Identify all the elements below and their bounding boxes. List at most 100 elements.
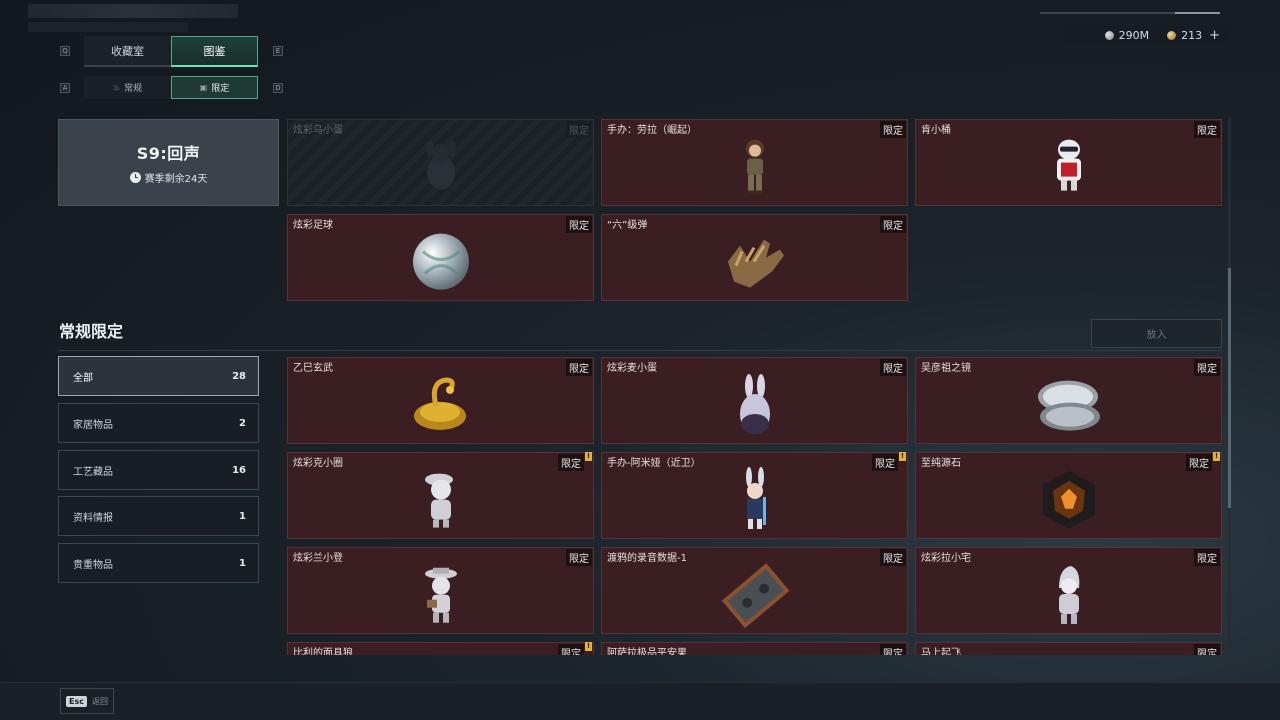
flame-icon: ♨ [112,83,121,92]
item-name: 吴彦祖之镜 [921,363,971,374]
category-all[interactable]: 全部 28 [58,356,259,396]
bottom-bar [0,682,1280,720]
limited-tag: 限定 [1194,121,1220,138]
item-card[interactable]: 炫彩克小圈 限定 ! [287,452,594,539]
item-name: 炫彩兰小登 [293,553,343,564]
season-card: S9:回声 赛季剩余24天 [58,119,279,206]
category-label: 工艺藏品 [73,466,113,478]
category-count: 16 [232,464,246,476]
e-key-hint: E [273,46,283,56]
new-alert-badge: ! [899,452,906,461]
section-title: 常规限定 [59,322,124,341]
item-card[interactable]: 炫彩麦小蛋 限定 [601,357,908,444]
limited-tag: 限定 [566,359,592,376]
season-item-card[interactable]: 炫彩乌小蛋 限定 [287,119,594,206]
main-tabs: 收藏室 图鉴 [84,36,258,67]
item-card[interactable]: 渡鸦的录音数据-1 限定 [601,547,908,634]
subtitle-blurred [28,22,188,32]
season-item-card[interactable]: 手办：劳拉（崛起） 限定 [601,119,908,206]
subtab-limited[interactable]: ▣ 限定 [171,76,258,99]
category-home[interactable]: 家居物品 2 [58,403,259,443]
category-crafts[interactable]: 工艺藏品 16 [58,450,259,490]
category-intel[interactable]: 资料情报 1 [58,496,259,536]
item-name: 手办-阿米娅（近卫） [607,458,701,469]
category-count: 1 [239,510,246,522]
new-alert-badge: ! [585,642,592,651]
d-key-hint: D [273,83,283,93]
item-name: 肯小桶 [921,125,951,136]
season-remaining: 赛季剩余24天 [129,170,208,185]
tab-collection-room[interactable]: 收藏室 [84,36,171,67]
new-alert-badge: ! [585,452,592,461]
item-name: 至纯源石 [921,458,961,469]
figure-sombrero-icon [424,567,457,623]
limited-tag: 限定 [566,216,592,233]
limited-tag: 限定 [1194,549,1220,566]
item-card[interactable]: 炫彩拉小宅 限定 [915,547,1222,634]
season-item-card[interactable]: 肯小桶 限定 [915,119,1222,206]
item-name: “六”级弹 [607,220,648,231]
subtab-regular-label: 常规 [124,84,143,94]
egg-figure-icon [425,140,456,190]
season-remaining-text: 赛季剩余24天 [144,174,208,185]
item-card[interactable]: 阿萨拉极品平安果 限定 [601,642,908,655]
limited-tag: 限定 [880,549,906,566]
item-card[interactable]: 乙巳玄武 限定 [287,357,594,444]
items-row-clip: 比利的面具狼 限定 ! 阿萨拉极品平安果 限定 马上起飞 限定 [287,642,1237,655]
tab-catalog[interactable]: 图鉴 [171,36,258,67]
figure-hood-icon [1058,565,1079,624]
item-name: 炫彩乌小蛋 [293,125,343,136]
a-key-hint: A [60,83,70,93]
limited-tag: 限定 [566,549,592,566]
category-label: 家居物品 [73,419,113,431]
limited-tag: 限定 [880,121,906,138]
season-title: S9:回声 [136,144,201,163]
gold-coin-icon [1167,31,1177,40]
subtab-limited-label: 限定 [211,84,230,94]
limited-tag: 限定 [1194,359,1220,376]
section-divider [58,350,1222,351]
item-card[interactable]: 至纯源石 限定 ! [915,452,1222,539]
subtab-regular[interactable]: ♨ 常规 [84,76,171,99]
cassette-tape-icon [721,562,789,628]
title-blurred [28,4,238,18]
category-label: 资料情报 [73,512,113,524]
add-currency-button[interactable]: + [1209,28,1220,43]
item-name: 马上起飞 [921,648,961,655]
esc-key-icon: Esc [66,695,87,707]
item-card[interactable]: 马上起飞 限定 [915,642,1222,655]
category-count: 2 [239,417,246,429]
clock-icon [129,172,141,183]
category-label: 全部 [73,372,93,384]
silver-currency: 290M [1104,29,1149,42]
item-name: 炫彩足球 [293,220,333,231]
season-item-card[interactable]: 炫彩足球 限定 [287,214,594,301]
limited-tag: 限定 [880,359,906,376]
back-button[interactable]: Esc 返回 [60,688,114,714]
put-in-button[interactable]: 放入 [1091,319,1222,348]
back-label: 返回 [91,696,108,706]
compact-mirror-icon [1037,380,1100,431]
season-item-card[interactable]: “六”级弹 限定 [601,214,908,301]
figure-amiya-icon [745,466,766,529]
item-card[interactable]: 炫彩兰小登 限定 [287,547,594,634]
figure-hat-icon [424,473,453,528]
originium-stone-icon [1042,470,1095,529]
item-card[interactable]: 吴彦祖之镜 限定 [915,357,1222,444]
item-card[interactable]: 手办-阿米娅（近卫） 限定 ! [601,452,908,539]
limited-tag: 限定 [880,644,906,655]
category-count: 28 [232,370,246,382]
item-name: 炫彩麦小蛋 [607,363,657,374]
item-name: 比利的面具狼 [293,648,353,655]
scrollbar-thumb[interactable] [1228,268,1231,508]
item-card[interactable]: 比利的面具狼 限定 ! [287,642,594,655]
currency-bar: 290M 213 + [1064,26,1230,45]
item-name: 手办：劳拉（崛起） [607,125,697,136]
item-name: 炫彩拉小宅 [921,553,971,564]
category-valuables[interactable]: 贵重物品 1 [58,543,259,583]
gold-amount: 213 [1181,29,1203,42]
item-name: 渡鸦的录音数据-1 [607,553,687,564]
figure-lara-icon [745,139,764,195]
football-icon [412,233,469,290]
category-count: 1 [239,557,246,569]
